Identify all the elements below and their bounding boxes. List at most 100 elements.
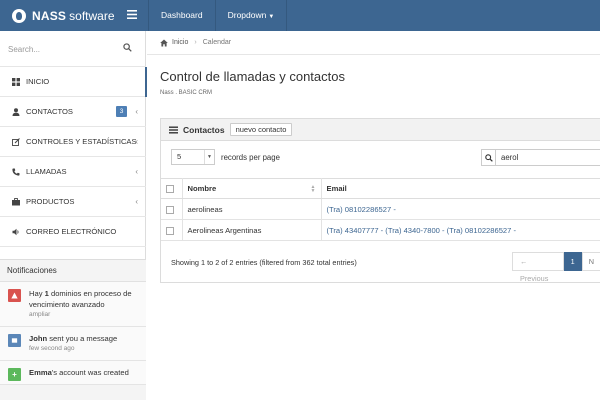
top-nav: Dashboard Dropdown ▼ [148, 0, 288, 31]
notification-text: Emma's account was created [29, 367, 140, 378]
chevron-left-icon: ‹ [135, 197, 138, 206]
notification-text-post: sent you a message [47, 334, 118, 343]
notification-link[interactable]: ampliar [29, 310, 140, 320]
edit-icon [11, 137, 20, 146]
column-header-label: Email [326, 184, 347, 193]
briefcase-icon [11, 197, 20, 206]
breadcrumb-home[interactable]: Inicio [172, 39, 188, 46]
brand-name-bold: NASS [32, 8, 67, 23]
speaker-icon [11, 227, 20, 236]
side-menu: Inicio Contactos 3 ‹ Controles y estadís… [0, 67, 147, 247]
column-header-nombre[interactable]: Nombre ▲ ▼ [182, 178, 322, 199]
brand[interactable]: NASS software [12, 7, 115, 24]
contacts-panel: Contactos nuevo contacto 5 ▼ records per… [160, 118, 600, 283]
nav-dashboard-label: Dashboard [161, 10, 203, 20]
count-badge: 3 [116, 106, 127, 117]
sidebar-item-label: Correo electrónico [26, 227, 117, 236]
menu-icon[interactable] [125, 8, 139, 22]
search-icon[interactable] [123, 43, 133, 53]
logo-icon [12, 8, 26, 23]
notification-text-strong: Emma [29, 368, 52, 377]
table-row[interactable]: aerolineas (Tra) 08102286527 - [161, 198, 600, 220]
next-page-button[interactable]: N [581, 252, 600, 271]
nav-dropdown[interactable]: Dropdown ▼ [214, 0, 288, 31]
page-length-control: 5 ▼ records per page [171, 149, 280, 165]
table-row[interactable]: Aerolineas Argentinas (Tra) 43407777 - (… [161, 219, 600, 241]
grid-icon [11, 77, 20, 86]
row-checkbox[interactable] [166, 226, 174, 235]
chevron-left-icon: ‹ [135, 107, 138, 116]
previous-page-button[interactable]: ← Previous [512, 252, 564, 283]
table-header-row: Nombre ▲ ▼ Email [161, 178, 600, 199]
sidebar-item-label: Productos [26, 197, 75, 206]
search-input[interactable] [8, 41, 118, 57]
breadcrumb-separator-icon: › [194, 39, 197, 46]
breadcrumb-current: Calendar [202, 39, 232, 46]
notification-text-pre: Hay [29, 289, 45, 298]
notification-time: few second ago [29, 345, 75, 352]
row-checkbox[interactable] [166, 205, 174, 214]
list-icon [169, 126, 178, 134]
sidebar-item-contactos[interactable]: Contactos 3 ‹ [0, 97, 146, 127]
caret-down-icon: ▼ [268, 14, 275, 20]
notification-text: John sent you a message [29, 333, 140, 344]
notification-item[interactable]: John sent you a message few second ago [0, 327, 146, 361]
cell-email[interactable]: (Tra) 43407777 - (Tra) 4340-7800 - (Tra)… [321, 219, 600, 241]
notifications-panel: Notificaciones Hay 1 dominios en proceso… [0, 259, 146, 400]
column-header-label: Nombre [187, 184, 217, 193]
notification-item[interactable]: Hay 1 dominios en proceso de vencimiento… [0, 282, 146, 327]
plus-icon: + [8, 368, 21, 381]
chevron-left-icon: ‹ [135, 167, 138, 176]
sidebar-item-productos[interactable]: Productos ‹ [0, 187, 146, 217]
sidebar: Inicio Contactos 3 ‹ Controles y estadís… [0, 31, 147, 400]
notifications-title: Notificaciones [0, 260, 146, 282]
sidebar-item-label: Llamadas [26, 167, 67, 176]
panel-title: Contactos [183, 124, 225, 135]
select-all-cell [161, 178, 183, 199]
sidebar-item-correo[interactable]: Correo electrónico [0, 217, 146, 247]
page-1-button[interactable]: 1 [563, 252, 582, 271]
row-select-cell [161, 219, 183, 241]
panel-header: Contactos nuevo contacto [161, 119, 600, 141]
page-subtitle: Nass . BASIC CRM [160, 90, 213, 96]
select-all-checkbox[interactable] [166, 185, 174, 193]
notification-text: Hay 1 dominios en proceso de vencimiento… [29, 288, 140, 310]
notification-text-post: 's account was created [51, 368, 129, 377]
nav-dropdown-label: Dropdown [227, 10, 267, 20]
top-bar: NASS software Dashboard Dropdown ▼ [0, 0, 600, 31]
table-filter [481, 149, 600, 166]
row-select-cell [161, 198, 183, 220]
sidebar-item-label: Contactos [26, 107, 73, 116]
pagination: ← Previous 1 N [512, 252, 600, 283]
nav-dashboard[interactable]: Dashboard [148, 0, 215, 31]
main-content: Inicio › Calendar Control de llamadas y … [147, 31, 600, 400]
search-icon [482, 150, 496, 165]
sidebar-item-label: Inicio [26, 77, 50, 86]
sidebar-item-controles[interactable]: Controles y estadísticas ‹ [0, 127, 146, 157]
page-length-label: records per page [221, 152, 280, 162]
sidebar-item-label: Controles y estadísticas [26, 137, 137, 146]
page-length-value: 5 [177, 152, 182, 161]
new-contact-button[interactable]: nuevo contacto [229, 123, 293, 136]
message-icon [8, 334, 21, 347]
sidebar-search [0, 31, 146, 67]
phone-icon [11, 167, 20, 176]
table-info: Showing 1 to 2 of 2 entries (filtered fr… [171, 258, 357, 267]
column-header-email[interactable]: Email [321, 178, 600, 199]
notification-item[interactable]: + Emma's account was created [0, 361, 146, 385]
warning-icon [8, 289, 21, 302]
brand-name-rest: software [69, 8, 115, 23]
user-icon [11, 107, 20, 116]
filter-input[interactable] [496, 150, 596, 165]
breadcrumb: Inicio › Calendar [147, 31, 600, 55]
cell-nombre: Aerolineas Argentinas [182, 219, 322, 241]
page-length-select[interactable]: 5 ▼ [171, 149, 215, 165]
home-icon [160, 39, 168, 47]
sort-icon: ▲ ▼ [310, 184, 316, 194]
cell-email[interactable]: (Tra) 08102286527 - [321, 198, 600, 220]
sidebar-item-llamadas[interactable]: Llamadas ‹ [0, 157, 146, 187]
cell-nombre: aerolineas [182, 198, 322, 220]
sidebar-item-inicio[interactable]: Inicio [0, 67, 147, 97]
page-title: Control de llamadas y contactos [160, 69, 345, 84]
caret-down-icon: ▼ [204, 150, 214, 164]
